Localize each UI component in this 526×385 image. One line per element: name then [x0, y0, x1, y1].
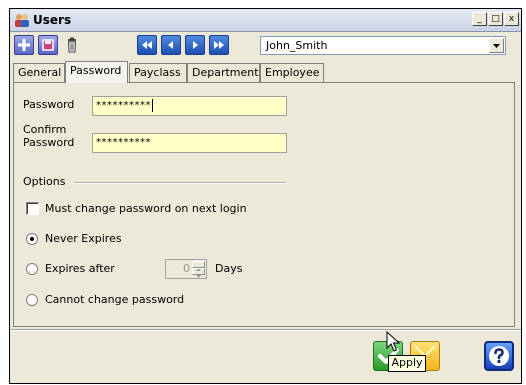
cannot-change-radio[interactable]: [26, 294, 38, 306]
users-window: Users _ □ x John_Smith General Password …: [9, 8, 522, 384]
dialog-footer: [10, 329, 521, 384]
user-select-value: John_Smith: [266, 39, 328, 52]
last-record-button[interactable]: [209, 35, 229, 55]
record-toolbar: John_Smith: [10, 32, 521, 59]
window-controls: _ □ x: [472, 12, 519, 26]
add-icon: [18, 39, 30, 51]
stepper-up-button[interactable]: [192, 261, 205, 271]
tab-general-label: General: [18, 66, 62, 79]
mouse-pointer-icon: [386, 331, 400, 352]
minimize-icon: _: [477, 14, 482, 24]
expires-after-label: Expires after: [45, 262, 115, 275]
next-record-icon: [193, 41, 198, 49]
trash-icon: [67, 37, 77, 53]
chevron-down-icon: [196, 275, 201, 278]
days-label: Days: [215, 262, 243, 275]
confirm-label-line1: Confirm: [23, 123, 67, 136]
save-record-button[interactable]: [38, 35, 58, 55]
question-mark-icon: [489, 346, 509, 366]
chevron-down-icon: [493, 44, 500, 48]
next-record-button[interactable]: [185, 35, 205, 55]
maximize-icon: □: [491, 14, 500, 24]
expires-after-radio[interactable]: [26, 263, 38, 275]
stepper-down-button[interactable]: [192, 268, 205, 278]
options-group-divider: [74, 182, 286, 184]
users-app-icon: [15, 14, 29, 27]
expires-after-days-value: 0: [183, 262, 190, 275]
user-select[interactable]: John_Smith: [260, 36, 506, 55]
confirm-label-line2: Password: [23, 136, 75, 149]
tab-department[interactable]: Department: [187, 63, 260, 82]
minimize-button[interactable]: _: [472, 12, 487, 26]
close-icon: x: [508, 14, 515, 24]
password-field[interactable]: **********: [92, 96, 287, 116]
radio-selected-dot: [30, 237, 34, 241]
password-tab-panel: Password ********** Confirm Password ***…: [13, 82, 515, 327]
never-expires-label: Never Expires: [45, 232, 122, 245]
maximize-button[interactable]: □: [488, 12, 503, 26]
tab-payclass-label: Payclass: [134, 66, 181, 79]
tab-employee[interactable]: Employee: [260, 63, 324, 82]
footer-divider: [10, 329, 521, 331]
first-record-icon: [142, 41, 152, 49]
tab-department-label: Department: [192, 66, 259, 79]
never-expires-radio[interactable]: [26, 233, 38, 245]
confirm-password-field[interactable]: **********: [92, 133, 287, 153]
tab-employee-label: Employee: [265, 66, 320, 79]
must-change-checkbox[interactable]: [26, 202, 39, 215]
last-record-icon: [214, 41, 224, 49]
confirm-password-value: **********: [96, 137, 151, 148]
delete-record-button[interactable]: [62, 35, 82, 55]
text-caret: [152, 98, 153, 112]
tab-general[interactable]: General: [13, 63, 65, 82]
first-record-button[interactable]: [137, 35, 157, 55]
expires-after-days-stepper[interactable]: 0: [165, 259, 207, 279]
window-title: Users: [33, 13, 72, 27]
cannot-change-label: Cannot change password: [45, 293, 185, 306]
user-select-dropdown-button[interactable]: [489, 38, 504, 53]
tab-payclass[interactable]: Payclass: [129, 63, 187, 82]
password-value: **********: [96, 100, 151, 111]
close-button[interactable]: x: [504, 12, 519, 26]
tab-password-label: Password: [70, 64, 122, 77]
previous-record-icon: [168, 41, 173, 49]
add-record-button[interactable]: [14, 35, 34, 55]
tab-password[interactable]: Password: [65, 61, 128, 83]
title-bar: Users _ □ x: [10, 9, 521, 32]
must-change-label: Must change password on next login: [45, 202, 247, 215]
apply-tooltip: Apply: [388, 355, 426, 372]
options-group-label: Options: [23, 175, 66, 188]
save-icon: [42, 39, 54, 51]
previous-record-button[interactable]: [161, 35, 181, 55]
stepper-arrows: [192, 261, 205, 278]
help-button[interactable]: [484, 341, 514, 371]
password-label: Password: [23, 98, 75, 111]
